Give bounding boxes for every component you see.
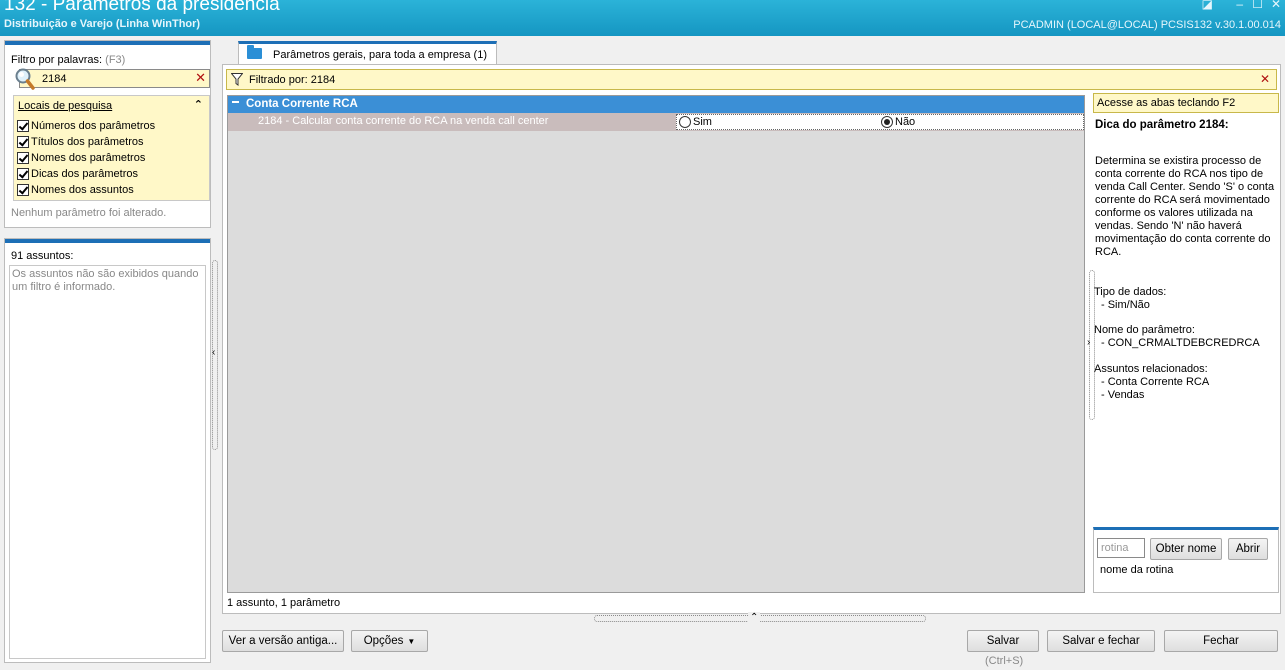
related-label: Assuntos relacionados:	[1094, 363, 1208, 375]
change-status: Nenhum parâmetro foi alterado.	[11, 207, 167, 219]
option-parameter-titles[interactable]: Títulos dos parâmetros	[17, 134, 144, 149]
search-input[interactable]	[42, 71, 192, 86]
panel-accent-bar	[5, 41, 210, 45]
parameter-row[interactable]: 2184 - Calcular conta corrente do RCA na…	[228, 113, 1084, 131]
help-description: Determina se existira processo de conta …	[1095, 155, 1275, 258]
filter-shortcut: (F3)	[105, 54, 126, 66]
maximize-icon[interactable]: ☐	[1252, 0, 1263, 11]
tab-label: Parâmetros gerais, para toda a empresa (…	[273, 49, 487, 61]
window-subtitle: Distribuição e Varejo (Linha WinThor)	[4, 18, 201, 30]
checkbox-checked[interactable]	[17, 135, 29, 148]
subjects-list: Os assuntos não são exibidos quando um f…	[9, 265, 206, 659]
checkbox-checked[interactable]	[17, 167, 29, 180]
option-parameter-tips[interactable]: Dicas dos parâmetros	[17, 166, 138, 181]
user-info: PCADMIN (LOCAL@LOCAL) PCSIS132 v.30.1.00…	[1013, 19, 1281, 31]
chevron-up-icon[interactable]: ⌃	[748, 612, 761, 623]
get-name-button[interactable]: Obter nome	[1150, 538, 1222, 560]
radio-label: Sim	[693, 116, 712, 128]
radio-label: Não	[895, 116, 916, 128]
rotina-name: nome da rotina	[1100, 564, 1174, 576]
subjects-panel: 91 assuntos: Os assuntos não são exibido…	[4, 238, 211, 663]
subjects-count: 91 assuntos:	[11, 250, 74, 262]
close-window-icon[interactable]: ✕	[1271, 0, 1281, 11]
param-name-label: Nome do parâmetro:	[1094, 324, 1195, 336]
radio-sim[interactable]: Sim	[679, 116, 712, 128]
radio-button-selected[interactable]	[881, 116, 893, 128]
collapse-icon[interactable]: ⌃	[194, 98, 203, 111]
tab-general-parameters[interactable]: Parâmetros gerais, para toda a empresa (…	[238, 41, 497, 65]
filter-label-text: Filtro por palavras:	[11, 54, 103, 66]
parameter-label: 2184 - Calcular conta corrente do RCA na…	[258, 115, 549, 127]
collapse-group-icon[interactable]	[232, 101, 239, 103]
parameters-grid: Conta Corrente RCA 2184 - Calcular conta…	[227, 95, 1085, 593]
option-subject-names[interactable]: Nomes dos assuntos	[17, 182, 134, 197]
search-icon	[15, 68, 35, 90]
parameter-options: Sim Não	[676, 114, 1084, 130]
option-label: Títulos dos parâmetros	[31, 135, 144, 148]
main-content: Filtrado por: 2184 ✕ Conta Corrente RCA …	[222, 64, 1281, 614]
related-item[interactable]: - Conta Corrente RCA	[1101, 376, 1209, 389]
radio-nao[interactable]: Não	[881, 116, 915, 128]
panel-accent-bar	[5, 239, 210, 243]
search-box[interactable]: ✕	[15, 68, 210, 90]
funnel-icon	[231, 73, 243, 86]
old-version-button[interactable]: Ver a versão antiga...	[222, 630, 344, 652]
data-type-value: - Sim/Não	[1101, 299, 1150, 311]
checkbox-checked[interactable]	[17, 183, 29, 196]
close-button[interactable]: Fechar	[1164, 630, 1278, 652]
options-button[interactable]: Opções ▼	[351, 630, 428, 652]
search-locations-box: Locais de pesquisa ⌃ Números dos parâmet…	[13, 95, 210, 201]
dropdown-arrow-icon: ▼	[407, 636, 416, 646]
help-panel: Acesse as abas teclando F2 Dica do parâm…	[1093, 93, 1279, 583]
results-summary: 1 assunto, 1 parâmetro	[227, 597, 341, 609]
old-version-label: Ver a versão antiga...	[228, 635, 338, 647]
chevron-right-icon[interactable]: ›	[1087, 337, 1090, 348]
window-title: 132 - Parâmetros da presidência	[4, 0, 280, 15]
minimize-icon[interactable]: –	[1236, 0, 1243, 11]
save-button[interactable]: Salvar	[967, 630, 1039, 652]
filter-bar-text: Filtrado por: 2184	[249, 74, 336, 86]
search-locations-header[interactable]: Locais de pesquisa	[18, 100, 112, 112]
option-label: Nomes dos parâmetros	[31, 151, 146, 164]
save-close-button[interactable]: Salvar e fechar	[1047, 630, 1155, 652]
help-title: Dica do parâmetro 2184:	[1095, 119, 1229, 131]
options-label: Opções	[363, 635, 404, 647]
chevron-left-icon[interactable]: ‹	[212, 347, 215, 358]
restore-icon[interactable]: ◪	[1202, 0, 1213, 11]
save-shortcut: (Ctrl+S)	[985, 655, 1024, 667]
title-bar: 132 - Parâmetros da presidência Distribu…	[0, 0, 1285, 36]
rotina-input[interactable]	[1097, 538, 1145, 558]
group-title: Conta Corrente RCA	[246, 98, 358, 110]
radio-button[interactable]	[679, 116, 691, 128]
option-parameter-numbers[interactable]: Números dos parâmetros	[17, 118, 155, 133]
related-item[interactable]: - Vendas	[1101, 389, 1144, 402]
checkbox-checked[interactable]	[17, 119, 29, 132]
filter-label: Filtro por palavras: (F3)	[11, 54, 125, 66]
param-name-value: - CON_CRMALTDEBCREDRCA	[1101, 337, 1260, 349]
checkbox-checked[interactable]	[17, 151, 29, 164]
group-header[interactable]: Conta Corrente RCA	[228, 96, 1084, 113]
filter-panel: Filtro por palavras: (F3) ✕ Locais de pe…	[4, 40, 211, 228]
filter-bar: Filtrado por: 2184 ✕	[226, 69, 1277, 90]
option-label: Nomes dos assuntos	[31, 183, 134, 196]
open-button[interactable]: Abrir	[1228, 538, 1268, 560]
clear-filter-icon[interactable]: ✕	[195, 70, 206, 86]
f2-hint: Acesse as abas teclando F2	[1093, 93, 1279, 113]
option-label: Dicas dos parâmetros	[31, 167, 138, 180]
data-type-label: Tipo de dados:	[1094, 286, 1167, 298]
rotina-box: Obter nome Abrir nome da rotina	[1093, 527, 1279, 593]
folder-icon	[247, 45, 262, 59]
clear-filter-bar-icon[interactable]: ✕	[1260, 72, 1270, 86]
option-label: Números dos parâmetros	[31, 119, 156, 132]
option-parameter-names[interactable]: Nomes dos parâmetros	[17, 150, 145, 165]
